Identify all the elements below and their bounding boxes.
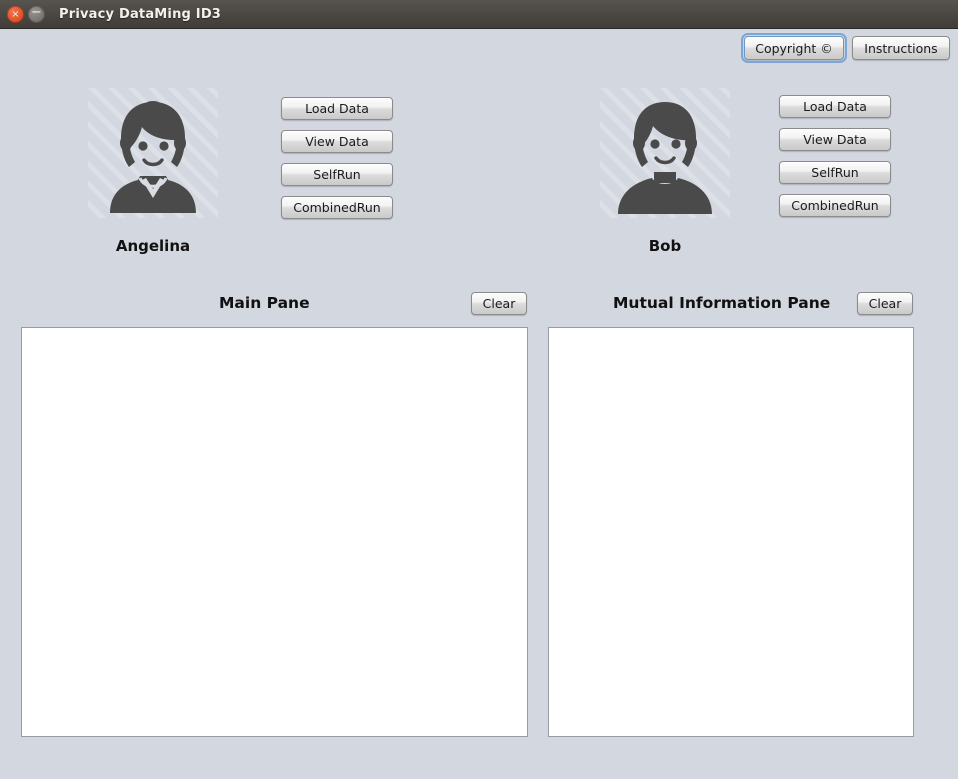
main-pane-title: Main Pane [219,294,310,312]
window-titlebar: × − Privacy DataMing ID3 [0,0,958,29]
person-bob: Bob [600,88,730,255]
combinedrun-button-angelina[interactable]: CombinedRun [281,196,393,219]
person-angelina: Angelina [88,88,218,255]
mutual-information-pane-textarea[interactable] [548,327,914,737]
load-data-button-bob[interactable]: Load Data [779,95,891,118]
window-title: Privacy DataMing ID3 [59,6,222,22]
main-pane-header: Main Pane [219,294,310,312]
clear-main-pane-button[interactable]: Clear [471,292,527,315]
mutual-information-pane-header: Mutual Information Pane [613,294,830,312]
action-buttons-bob: Load Data View Data SelfRun CombinedRun [779,95,891,227]
selfrun-button-angelina[interactable]: SelfRun [281,163,393,186]
minimize-glyph: − [31,4,42,20]
view-data-button-bob[interactable]: View Data [779,128,891,151]
person-name-angelina: Angelina [115,237,191,255]
mutual-information-pane-title: Mutual Information Pane [613,294,831,312]
combinedrun-button-bob[interactable]: CombinedRun [779,194,891,217]
close-glyph: × [11,8,20,20]
close-icon[interactable]: × [7,5,24,23]
view-data-button-angelina[interactable]: View Data [281,130,393,153]
clear-mutual-information-pane-button[interactable]: Clear [857,292,913,315]
load-data-button-angelina[interactable]: Load Data [281,97,393,120]
copyright-button[interactable]: Copyright © [741,33,847,63]
female-avatar-icon [88,88,218,218]
person-name-bob: Bob [648,237,682,255]
main-pane-textarea[interactable] [21,327,528,737]
selfrun-button-bob[interactable]: SelfRun [779,161,891,184]
male-avatar-icon [600,88,730,218]
action-buttons-angelina: Load Data View Data SelfRun CombinedRun [281,97,393,229]
instructions-button[interactable]: Instructions [852,36,950,60]
application-window: × − Privacy DataMing ID3 Copyright © Ins… [0,0,958,779]
minimize-icon[interactable]: − [28,4,45,23]
